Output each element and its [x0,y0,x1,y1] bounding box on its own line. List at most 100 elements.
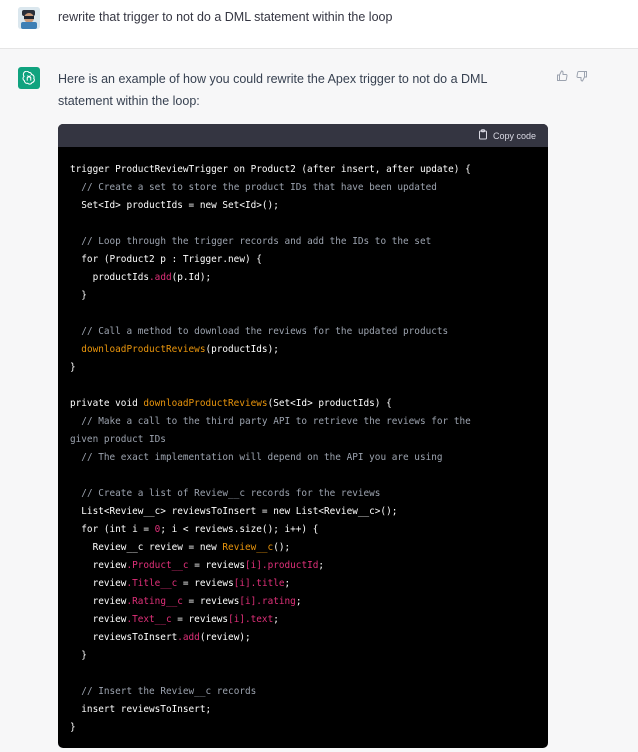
code-line: for (Product2 p : Trigger.new) { [70,251,548,269]
code-token: } [70,722,76,733]
code-token: ; [295,596,302,607]
code-token: ; [284,578,291,589]
code-token: Set<Id> productIds = new Set<Id>(); [70,200,279,211]
code-token: for (int i = [70,524,155,535]
code-line: productIds.add(p.Id); [70,269,548,287]
code-token: ; [318,560,325,571]
code-token: // Create a set to store the product IDs… [81,182,437,193]
code-line: // Call a method to download the reviews… [70,323,548,341]
code-token: given product IDs [70,434,166,445]
code-token: (productIds); [205,344,279,355]
code-token: // Loop through the trigger records and … [81,236,432,247]
code-content: trigger ProductReviewTrigger on Product2… [58,147,548,737]
code-token: private void [70,398,144,409]
copy-code-label: Copy code [492,130,536,141]
code-token: .add [149,272,172,283]
code-line: List<Review__c> reviewsToInsert = new Li… [70,503,548,521]
code-token: (); [273,542,291,553]
thumbs-down-icon[interactable] [576,69,588,82]
code-token: .add [177,632,200,643]
code-token: (review); [199,632,251,643]
code-token: } [70,362,76,373]
code-token: .Rating__c [126,596,183,607]
code-line: review.Product__c = reviews[i].productId… [70,557,548,575]
code-token: review [70,614,127,625]
code-block: Copy code trigger ProductReviewTrigger o… [58,124,548,748]
code-line: // Create a list of Review__c records fo… [70,485,548,503]
code-token: // Insert the Review__c records [81,686,257,697]
code-line: review.Text__c = reviews[i].text; [70,611,548,629]
code-token: Review__c review = new [70,542,223,553]
code-line: Review__c review = new Review__c(); [70,539,548,557]
code-line: review.Rating__c = reviews[i].rating; [70,593,548,611]
assistant-message-row: Here is an example of how you could rewr… [0,49,638,752]
code-line: for (int i = 0; i < reviews.size(); i++)… [70,521,548,539]
code-line: private void downloadProductReviews(Set<… [70,395,548,413]
code-line: // Make a call to the third party API to… [70,413,548,431]
code-header: Copy code [58,124,548,147]
code-token: [i].productId [245,560,319,571]
code-token: downloadProductReviews [143,398,268,409]
code-line: given product IDs [70,431,548,449]
code-token: [i].text [228,614,274,625]
code-token: trigger ProductReviewTrigger on Product2… [70,164,471,175]
code-token: ; [273,614,279,625]
code-line: } [70,647,548,665]
code-token: downloadProductReviews [81,344,206,355]
code-line: downloadProductReviews(productIds); [70,341,548,359]
user-message-text: rewrite that trigger to not do a DML sta… [58,10,393,24]
code-token: .Text__c [126,614,172,625]
openai-logo-icon [18,67,40,89]
code-line: // Loop through the trigger records and … [70,233,548,251]
code-token: [i].rating [239,596,296,607]
code-token: // The exact implementation will depend … [81,452,443,463]
copy-code-button[interactable]: Copy code [478,129,536,142]
code-line: // Create a set to store the product IDs… [70,179,548,197]
code-token: = reviews [177,578,234,589]
code-token: .Product__c [126,560,189,571]
code-token: } [70,650,87,661]
feedback-buttons [556,69,588,82]
code-line: trigger ProductReviewTrigger on Product2… [70,161,548,179]
code-token: (p.Id); [171,272,212,283]
code-line: } [70,359,548,377]
code-token: .Title__c [126,578,178,589]
code-line: } [70,287,548,305]
code-token: } [70,290,87,301]
code-line: } [70,719,548,737]
code-token: reviewsToInsert [70,632,178,643]
code-line: Set<Id> productIds = new Set<Id>(); [70,197,548,215]
thumbs-up-icon[interactable] [556,69,568,81]
code-token: = reviews [188,560,245,571]
code-token: for (Product2 p : Trigger.new) { [70,254,262,265]
code-token: = reviews [171,614,229,625]
code-token: review [70,560,127,571]
code-token: // Call a method to download the reviews… [81,326,449,337]
code-token: productIds [70,272,150,283]
code-token: Review__c [222,542,274,553]
user-message-row: rewrite that trigger to not do a DML sta… [0,0,638,49]
assistant-intro-text: Here is an example of how you could rewr… [58,72,487,108]
code-token: insert reviewsToInsert; [70,704,212,715]
user-avatar-icon [18,7,40,29]
code-line: // Insert the Review__c records [70,683,548,701]
code-token: // Make a call to the third party API to… [81,416,471,427]
code-token: (Set<Id> productIds) { [267,398,392,409]
code-token: review [70,578,127,589]
code-line: reviewsToInsert.add(review); [70,629,548,647]
clipboard-icon [478,129,488,142]
code-token: = reviews [182,596,240,607]
